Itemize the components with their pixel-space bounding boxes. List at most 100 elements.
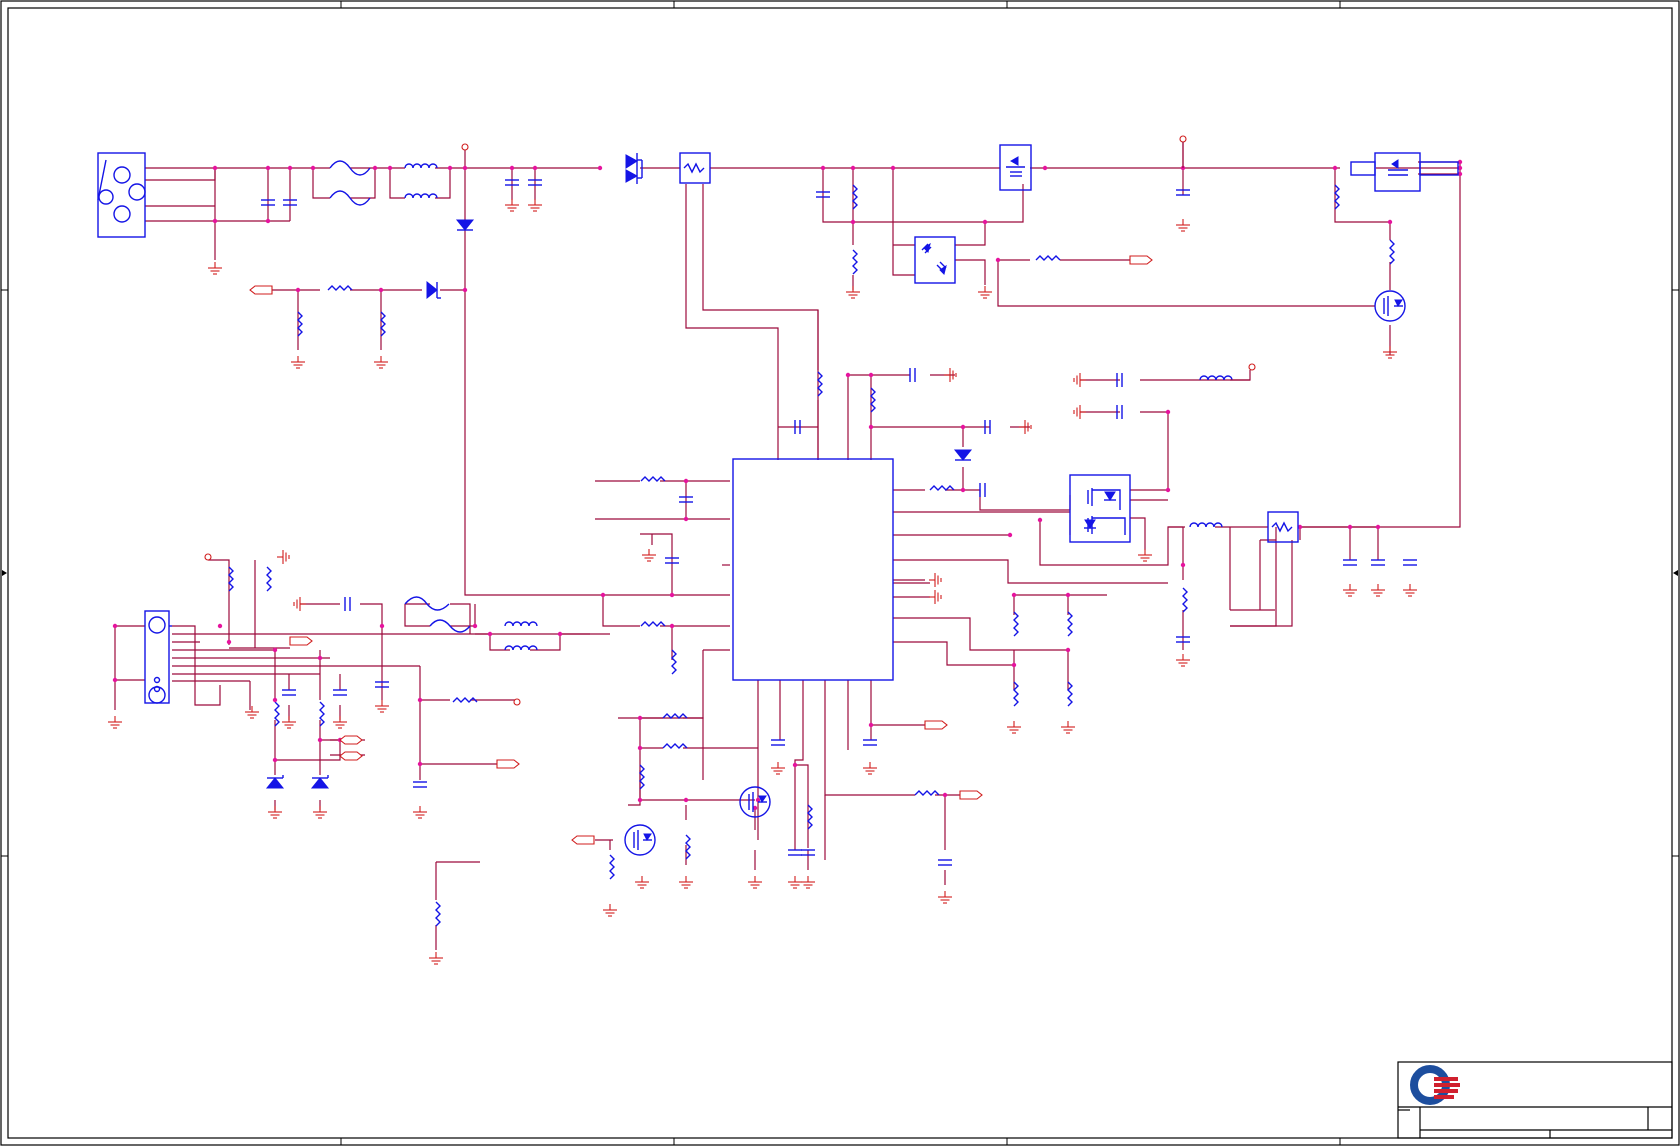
capacitor-symbol [771,739,785,746]
junction-dot [1347,524,1353,530]
ground-icon [863,762,877,775]
ground-icon [375,700,389,713]
junction-dot [265,165,271,171]
capacitor-symbol [938,859,952,866]
junction-dot [317,655,323,661]
input-load-switch[interactable] [999,144,1032,191]
junction-dot [417,697,423,703]
junction-dot [637,745,643,751]
junction-dot [310,165,316,171]
resistor-symbol [435,901,441,927]
junction-dot [683,478,689,484]
junction-dot [1011,592,1017,598]
junction-dot [295,287,301,293]
frame-zone-ticks [1,1,1679,1145]
junction-dot [600,592,606,598]
inductor-symbol [404,193,438,199]
junction-dot [557,631,563,637]
junction-dot [1165,487,1171,493]
junction-dot [669,592,675,598]
current-sense-block-left[interactable] [679,152,711,184]
junction-dot [868,424,874,430]
junction-dot [387,165,393,171]
net-port [496,759,520,769]
resistor-symbol [1067,611,1073,637]
ground-icon [333,716,347,729]
net-port [1129,255,1153,265]
sheet-frame [0,0,1680,1146]
mosfet-q3[interactable] [624,824,656,856]
resistors [228,184,1395,927]
tvs-diode-left[interactable] [265,775,285,789]
junction-dot [1332,165,1338,171]
output-load-switch[interactable] [1350,152,1459,192]
bootstrap-diode[interactable] [953,449,973,461]
ground-icon [413,806,427,819]
junction-dot [226,639,232,645]
optocoupler[interactable] [914,236,956,284]
ground-symbols [108,199,1417,965]
resistor-symbol [609,854,615,880]
net-port [289,636,313,646]
junction-dot [1180,562,1186,568]
net-port [339,751,363,761]
junction-dot [272,647,278,653]
junction-dot [509,165,515,171]
schematic-canvas [0,0,1680,1146]
capacitor-symbol [1343,559,1357,566]
capacitor-symbol [333,689,347,696]
title-block [1397,1061,1673,1139]
company-logo-icon [1410,1065,1460,1105]
ground-icon [282,716,296,729]
junction-dot [942,792,948,798]
junction-dot [112,677,118,683]
ground-icon [1061,721,1075,734]
ground-icon [374,356,388,369]
tvs-diode-right[interactable] [310,775,330,789]
capacitor-symbol [863,739,877,746]
ground-icon [429,952,443,965]
mosfet-q1[interactable] [1374,290,1406,322]
ground-icon [642,549,656,562]
junction-dot [868,372,874,378]
ground-icon [1176,654,1190,667]
diode-symbols [265,153,973,789]
reverse-diode-vertical[interactable] [455,219,475,231]
net-port [571,835,595,845]
main-controller-ic[interactable] [732,458,894,681]
resistor-symbol [266,566,272,592]
ground-icon [771,762,785,775]
input-protection-diode[interactable] [625,153,643,184]
signal-connector[interactable] [144,610,172,704]
capacitor-symbol [413,781,427,788]
junction-dot [1065,592,1071,598]
ground-icon [846,286,860,299]
capacitor-symbol [282,689,296,696]
capacitors [261,179,1417,866]
junction-dot [1042,165,1048,171]
fuse-symbols [329,160,471,633]
junction-dot [472,623,478,629]
ground-icon [268,806,282,819]
resistor-symbol [1013,611,1019,637]
junction-dot [532,165,538,171]
resistor-symbol [1389,239,1395,265]
junction-dot [820,165,826,171]
power-input-connector[interactable] [97,152,146,238]
junction-dot [272,757,278,763]
zener-diode-horizontal[interactable] [426,280,441,300]
ground-icon [1073,373,1086,387]
junction-dot [417,761,423,767]
junction-dot [1165,409,1171,415]
junction-dot [487,631,493,637]
junction-dot [378,287,384,293]
half-bridge-mosfet-pair[interactable] [1069,474,1131,543]
resistor-symbol [852,249,858,275]
ground-icon [929,590,942,604]
net-port [959,790,983,800]
ground-icon [505,199,519,212]
ground-icon [108,716,122,729]
junction-dot [637,797,643,803]
net-port [339,735,363,745]
current-sense-block-right[interactable] [1267,511,1299,543]
